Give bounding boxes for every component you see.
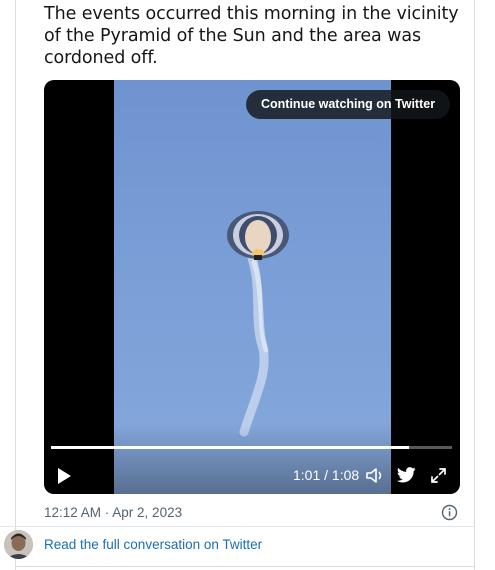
tweet-timestamp[interactable]: 12:12 AM · Apr 2, 2023 bbox=[44, 505, 182, 520]
volume-icon[interactable] bbox=[366, 467, 384, 484]
embed-border-left bbox=[15, 0, 16, 570]
twitter-bird-icon[interactable] bbox=[397, 467, 416, 483]
read-conversation-link[interactable]: Read the full conversation on Twitter bbox=[44, 537, 262, 552]
info-icon[interactable] bbox=[441, 504, 458, 521]
footer-divider bbox=[0, 526, 475, 527]
progress-fill bbox=[51, 446, 410, 449]
smoke-trail bbox=[239, 253, 269, 437]
avatar[interactable] bbox=[4, 530, 33, 559]
time-display: 1:01 / 1:08 bbox=[293, 467, 360, 483]
tweet-text: The events occurred this morning in the … bbox=[44, 4, 459, 68]
progress-bar[interactable] bbox=[51, 446, 452, 449]
play-icon[interactable] bbox=[56, 467, 72, 485]
video-player[interactable]: Continue watching on Twitter 1:01 / 1:08 bbox=[44, 80, 460, 494]
avatar-image bbox=[4, 530, 33, 559]
expand-icon[interactable] bbox=[430, 467, 447, 484]
embed-border-right bbox=[474, 0, 475, 570]
continue-watching-button[interactable]: Continue watching on Twitter bbox=[246, 90, 451, 119]
controls-overlay bbox=[44, 424, 460, 494]
embed-border-bottom bbox=[15, 566, 475, 567]
hot-air-balloon bbox=[227, 211, 289, 260]
